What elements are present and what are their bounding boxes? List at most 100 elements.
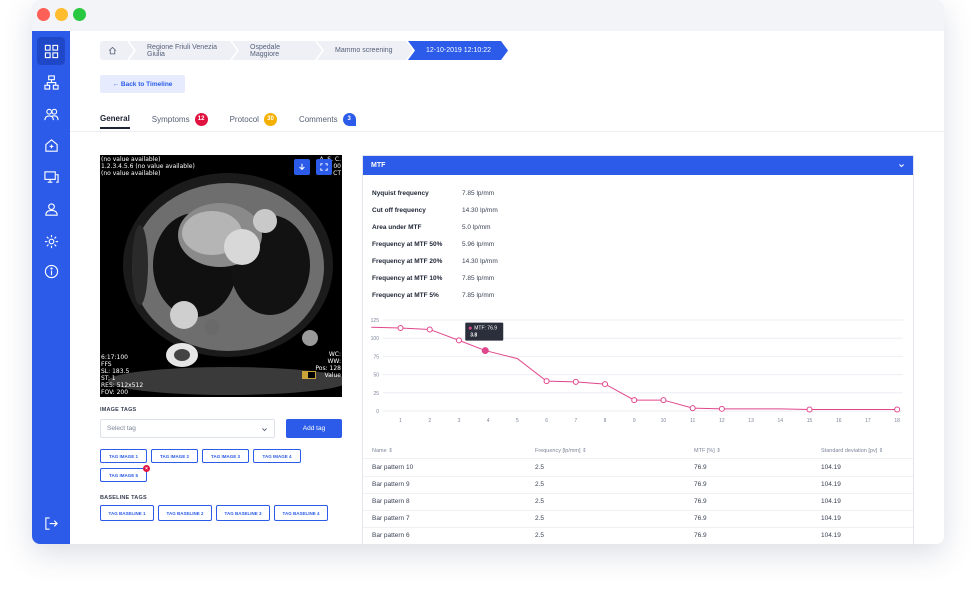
comments-count-badge: 3 <box>342 112 356 126</box>
sidebar-item-hospitals[interactable] <box>37 131 65 159</box>
table-cell: Bar pattern 8 <box>372 498 410 505</box>
close-window-button[interactable] <box>37 8 50 21</box>
chevron-down-icon <box>262 428 267 432</box>
breadcrumb-hospital[interactable]: Ospedale Maggiore <box>232 41 322 60</box>
table-cell: 76.9 <box>694 532 707 539</box>
table-cell: 76.9 <box>694 464 707 471</box>
info-icon <box>44 264 58 278</box>
x-tick-label: 17 <box>865 418 871 424</box>
metric-value: 7.85 lp/mm <box>462 275 495 282</box>
table-cell: 104.19 <box>821 498 841 505</box>
sidebar-item-settings[interactable] <box>37 227 65 255</box>
tooltip-frequency: 3.8 <box>470 333 477 339</box>
table-header-cell[interactable]: Frequency [lp/mm] ⇕ <box>535 448 587 454</box>
baseline-tag-1[interactable]: TAG BASELINE 1 <box>100 505 154 521</box>
table-cell: 2.5 <box>535 481 545 488</box>
metric-label: Area under MTF <box>372 224 422 231</box>
home-icon <box>108 46 117 55</box>
data-point <box>660 397 667 404</box>
table-cell: 2.5 <box>535 498 545 505</box>
image-tag-2[interactable]: TAG IMAGE 2 <box>151 449 198 463</box>
data-point <box>718 405 725 412</box>
data-point <box>543 378 550 385</box>
metric-value: 5.96 lp/mm <box>462 241 495 248</box>
baseline-tag-4[interactable]: TAG BASELINE 4 <box>274 505 328 521</box>
table-cell: 76.9 <box>694 481 707 488</box>
table-divider <box>363 458 913 459</box>
x-tick-label: 13 <box>748 418 754 424</box>
tab-symptoms[interactable]: Symptoms 12 <box>152 109 208 129</box>
breadcrumb-region[interactable]: Regione Friuli Venezia Giulia <box>129 41 237 60</box>
tag-select[interactable]: Select tag <box>100 419 275 438</box>
back-to-timeline-button[interactable]: ← Back to Timeline <box>100 75 185 93</box>
tab-divider <box>70 131 944 132</box>
table-cell: Bar pattern 10 <box>372 464 414 471</box>
maximize-window-button[interactable] <box>73 8 86 21</box>
user-group-icon <box>44 202 58 216</box>
dashboard-icon <box>44 44 58 58</box>
sidebar-item-logout[interactable] <box>37 509 65 537</box>
device-icon <box>43 170 59 183</box>
table-cell: 2.5 <box>535 464 545 471</box>
sidebar-item-patients[interactable] <box>37 195 65 223</box>
data-point <box>689 405 696 412</box>
hospital-icon <box>44 138 58 152</box>
sidebar-item-users[interactable] <box>37 100 65 128</box>
remove-tag-icon[interactable]: × <box>143 465 150 472</box>
x-tick-label: 12 <box>719 418 725 424</box>
sidebar-item-info[interactable] <box>37 257 65 285</box>
data-point <box>455 337 462 344</box>
image-tag-3[interactable]: TAG IMAGE 3 <box>202 449 249 463</box>
metric-value: 14.30 lp/mm <box>462 207 498 214</box>
add-tag-button[interactable]: Add tag <box>286 419 342 438</box>
table-cell: 76.9 <box>694 515 707 522</box>
users-icon <box>43 108 59 120</box>
mtf-panel-title: MTF <box>371 162 386 169</box>
table-header-cell[interactable]: Name ⇕ <box>372 448 393 454</box>
x-tick-label: 2 <box>428 418 431 424</box>
x-tick-label: 3 <box>458 418 461 424</box>
table-header-cell[interactable]: MTF [%] ⇕ <box>694 448 721 454</box>
tab-general[interactable]: General <box>100 109 130 129</box>
fullscreen-button[interactable] <box>316 159 332 175</box>
ct-scan-viewer[interactable]: (no value available) 1.2.3.4.5.6 (no val… <box>100 155 342 397</box>
breadcrumb-home[interactable] <box>100 41 134 60</box>
tab-comments-label: Comments <box>298 114 338 124</box>
download-button[interactable] <box>294 159 310 175</box>
x-tick-label: 9 <box>633 418 636 424</box>
x-tick-label: 18 <box>894 418 900 424</box>
mtf-panel-header[interactable]: MTF <box>363 156 913 175</box>
sidebar <box>32 31 70 544</box>
metric-value: 5.0 lp/mm <box>462 224 491 231</box>
symptoms-count-badge: 12 <box>194 112 208 126</box>
title-bar <box>32 0 944 31</box>
metric-label: Frequency at MTF 5% <box>372 292 439 299</box>
table-cell: 76.9 <box>694 498 707 505</box>
image-tag-4[interactable]: TAG IMAGE 4 <box>253 449 301 463</box>
mtf-chart[interactable]: 02550751001251 2 3 4 5 6 7 8 9 10 11 12 13 14 15 16 17 18… <box>363 316 914 431</box>
metric-label: Frequency at MTF 20% <box>372 258 443 265</box>
chevron-down-icon <box>899 164 904 168</box>
table-cell: 104.19 <box>821 481 841 488</box>
baseline-tag-3[interactable]: TAG BASELINE 3 <box>216 505 270 521</box>
image-tag-1[interactable]: TAG IMAGE 1 <box>100 449 147 463</box>
minimize-window-button[interactable] <box>55 8 68 21</box>
image-tag-5[interactable]: TAG IMAGE 5 × <box>100 465 150 482</box>
x-tick-label: 11 <box>690 418 695 424</box>
tab-comments[interactable]: Comments 3 <box>299 109 356 129</box>
sidebar-item-devices[interactable] <box>37 163 65 191</box>
table-header-cell[interactable]: Standard deviation [pv] ⇕ <box>821 448 883 454</box>
baseline-tag-2[interactable]: TAG BASELINE 2 <box>158 505 212 521</box>
breadcrumb-device[interactable]: Mammo screening <box>317 41 413 60</box>
table-cell: 2.5 <box>535 532 545 539</box>
x-tick-label: 4 <box>487 418 490 424</box>
x-tick-label: 14 <box>778 418 784 424</box>
sidebar-item-structure[interactable] <box>37 68 65 96</box>
image-tags-label: IMAGE TAGS <box>100 407 137 413</box>
sidebar-item-dashboard[interactable] <box>37 37 65 65</box>
tab-protocol[interactable]: Protocol 30 <box>230 109 277 129</box>
tag-select-placeholder: Select tag <box>107 425 136 432</box>
metric-label: Frequency at MTF 50% <box>372 241 443 248</box>
x-tick-label: 10 <box>661 418 667 424</box>
data-point <box>806 406 813 413</box>
